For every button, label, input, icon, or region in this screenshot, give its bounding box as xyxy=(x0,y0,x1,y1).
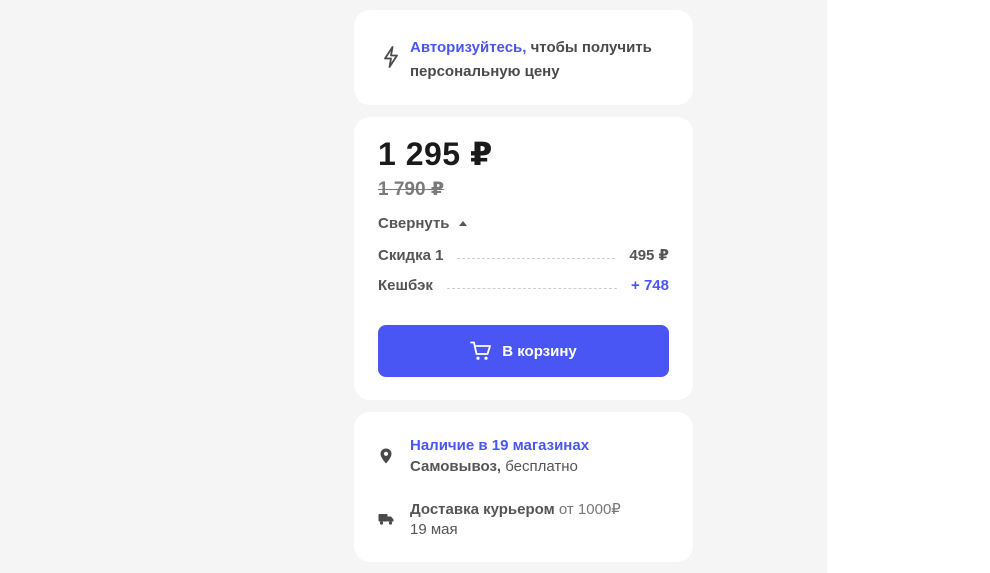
price-card: 1 295 ₽ 1 790 ₽ Свернуть Скидка 1 495 ₽ … xyxy=(354,117,693,400)
collapse-label: Свернуть xyxy=(378,215,450,232)
cashback-row: Кешбэк + 748 xyxy=(378,274,669,296)
discount-row: Скидка 1 495 ₽ xyxy=(378,244,669,266)
login-link[interactable]: Авторизуйтесь, xyxy=(410,39,526,56)
old-price: 1 790 ₽ xyxy=(378,179,445,200)
add-to-cart-label: В корзину xyxy=(502,342,577,360)
pickup-label: Самовывоз, xyxy=(410,458,502,475)
auth-card: Авторизуйтесь, чтобы получить персональн… xyxy=(354,10,693,105)
caret-up-icon xyxy=(458,221,467,226)
availability-card: Наличие в 19 магазинах Самовывоз, беспла… xyxy=(354,412,693,562)
lightning-icon xyxy=(384,46,398,68)
auth-message: Авторизуйтесь, чтобы получить персональн… xyxy=(410,36,670,84)
delivery-info: Доставка курьером от 1000₽ xyxy=(410,500,621,520)
delivery-price: от 1000₽ xyxy=(554,501,621,518)
dotted-leader xyxy=(457,257,616,259)
collapse-toggle[interactable]: Свернуть xyxy=(378,215,467,232)
cart-icon xyxy=(470,341,492,360)
pickup-info: Самовывоз, бесплатно xyxy=(410,457,578,477)
pickup-price: бесплатно xyxy=(501,458,578,475)
cashback-value: + 748 xyxy=(631,276,669,294)
availability-link[interactable]: Наличие в 19 магазинах xyxy=(410,436,589,456)
cashback-label: Кешбэк xyxy=(378,276,433,294)
add-to-cart-button[interactable]: В корзину xyxy=(378,325,669,377)
discount-label: Скидка 1 xyxy=(378,246,444,264)
delivery-label: Доставка курьером xyxy=(410,501,555,518)
location-pin-icon xyxy=(380,448,392,464)
discount-value: 495 ₽ xyxy=(629,247,669,264)
delivery-date: 19 мая xyxy=(410,521,458,538)
dotted-leader xyxy=(446,287,618,289)
truck-icon xyxy=(378,514,394,525)
current-price: 1 295 ₽ xyxy=(378,136,493,172)
